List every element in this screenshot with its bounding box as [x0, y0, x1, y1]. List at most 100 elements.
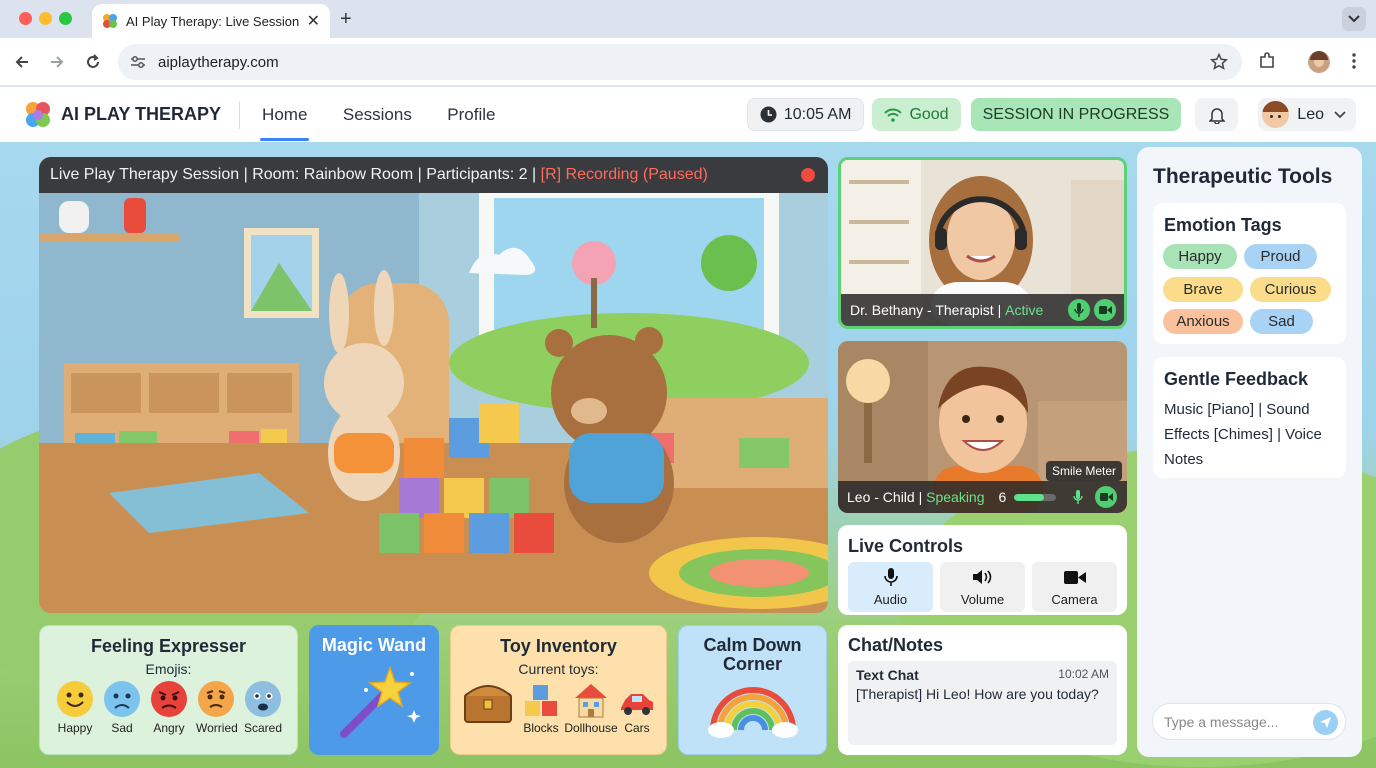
emoji-scared-label: Scared [243, 721, 283, 735]
emoji-worried[interactable]: Worried [196, 681, 238, 735]
volume-label: Volume [960, 592, 1005, 607]
close-window-button[interactable] [19, 12, 32, 25]
microphone-icon [1074, 303, 1084, 317]
blocks-icon [525, 685, 557, 716]
browser-tab-active[interactable]: AI Play Therapy: Live Session ✕ [92, 4, 330, 38]
record-indicator-icon[interactable] [801, 168, 815, 182]
back-button[interactable] [12, 52, 32, 72]
toy-inventory-title: Toy Inventory [500, 636, 617, 656]
toy-cars-label: Cars [624, 721, 650, 735]
nav-home[interactable]: Home [260, 89, 310, 141]
tag-anxious[interactable]: Anxious [1163, 309, 1243, 334]
child-video-tile[interactable]: Smile Meter Leo - Child | Speaking 6 [838, 341, 1127, 513]
puzzle-icon [1260, 52, 1274, 68]
close-tab-icon[interactable]: ✕ [307, 11, 320, 31]
app-root: AI PLAY THERAPY Home Sessions Profile 10… [0, 87, 1376, 768]
notifications-button[interactable] [1195, 98, 1239, 131]
emoji-scared[interactable]: Scared [243, 681, 283, 735]
user-avatar [1262, 101, 1290, 128]
chat-label: Text Chat [856, 667, 919, 683]
smile-meter-label: Smile Meter [1045, 461, 1122, 481]
chat-message-header: Text Chat 10:02 AM [856, 667, 1109, 683]
extensions-button[interactable] [1257, 51, 1277, 71]
arrow-left-icon [15, 56, 28, 68]
reload-button[interactable] [83, 52, 103, 72]
gentle-feedback-text[interactable]: Music [Piano] | Sound Effects [Chimes] |… [1164, 397, 1336, 472]
send-button[interactable] [1313, 710, 1338, 735]
child-camera-button[interactable] [1095, 486, 1117, 508]
sad-face-icon [104, 681, 140, 717]
main-video-info-bar: Live Play Therapy Session | Room: Rainbo… [39, 157, 828, 193]
forward-button[interactable] [47, 52, 67, 72]
calm-down-corner-card[interactable]: Calm Down Corner [678, 625, 827, 755]
emoji-angry-label: Angry [153, 721, 185, 735]
happy-face-icon [57, 681, 93, 717]
emoji-happy[interactable]: Happy [55, 681, 95, 735]
toy-chest-icon[interactable] [463, 680, 513, 724]
volume-button[interactable]: Volume [940, 562, 1025, 612]
video-camera-icon [1099, 493, 1113, 501]
feeling-expresser-subtitle: Emojis: [145, 661, 192, 677]
therapist-camera-button[interactable] [1094, 299, 1116, 321]
tag-proud[interactable]: Proud [1244, 244, 1317, 269]
magic-wand-card[interactable]: Magic Wand [309, 625, 439, 755]
chat-notes-title: Chat/Notes [848, 635, 944, 655]
tab-search-button[interactable] [1342, 7, 1366, 31]
therapist-video-tile[interactable]: Dr. Bethany - Therapist | Active [838, 157, 1127, 329]
chat-message-text: [Therapist] Hi Leo! How are you today? [856, 686, 1099, 702]
camera-button[interactable]: Camera [1032, 562, 1117, 612]
url-text: aiplaytherapy.com [158, 53, 279, 71]
child-status: Speaking [926, 489, 985, 505]
brand-logo-icon [26, 101, 50, 127]
recording-status: [R] Recording (Paused) [540, 166, 708, 183]
chevron-down-icon [1348, 15, 1360, 23]
nav-profile[interactable]: Profile [445, 89, 497, 141]
header-status-area: 10:05 AM Good SESSION IN PROGRESS Leo [746, 98, 1356, 131]
child-mic-indicator[interactable] [1067, 486, 1089, 508]
tag-sad[interactable]: Sad [1250, 309, 1313, 334]
speaker-volume-icon [972, 570, 991, 584]
tag-brave[interactable]: Brave [1163, 277, 1243, 302]
new-tab-button[interactable]: + [340, 8, 352, 31]
nav-sessions[interactable]: Sessions [341, 89, 414, 141]
chat-timestamp: 10:02 AM [1058, 667, 1109, 681]
feeling-expresser-title: Feeling Expresser [90, 636, 247, 656]
browser-profile-avatar[interactable] [1308, 51, 1330, 73]
emoji-sad[interactable]: Sad [102, 681, 142, 735]
video-camera-icon [1063, 571, 1086, 584]
tag-curious[interactable]: Curious [1250, 277, 1331, 302]
header-divider [239, 100, 241, 129]
therapist-status: Active [1005, 302, 1044, 318]
feeling-expresser-card: Feeling Expresser Emojis: Happy Sad Angr… [39, 625, 298, 755]
calm-down-title-line2: Corner [722, 654, 782, 674]
message-input[interactable]: Type a message... [1152, 703, 1346, 740]
emoji-worried-label: Worried [196, 721, 238, 735]
emoji-angry[interactable]: Angry [149, 681, 189, 735]
toy-dollhouse[interactable]: Dollhouse [563, 682, 619, 735]
maximize-window-button[interactable] [59, 12, 72, 25]
magic-wand-icon [340, 665, 421, 738]
toy-inventory-card: Toy Inventory Current toys: Blocks Dollh… [450, 625, 667, 755]
site-settings-icon[interactable] [130, 55, 146, 69]
browser-menu-button[interactable] [1344, 51, 1364, 71]
toy-cars[interactable]: Cars [619, 690, 655, 735]
address-bar-row: aiplaytherapy.com [0, 38, 1376, 86]
therapist-mic-button[interactable] [1068, 299, 1090, 321]
bookmark-star-icon[interactable] [1210, 53, 1228, 71]
chat-message-box[interactable]: Text Chat 10:02 AM [Therapist] Hi Leo! H… [848, 661, 1117, 745]
app-header: AI PLAY THERAPY Home Sessions Profile 10… [0, 87, 1376, 142]
tag-happy[interactable]: Happy [1163, 244, 1237, 269]
session-status-label: SESSION IN PROGRESS [982, 105, 1170, 123]
main-session-video[interactable]: Live Play Therapy Session | Room: Rainbo… [39, 157, 828, 613]
arrow-right-icon [51, 56, 64, 68]
connection-label: Good [909, 105, 949, 123]
audio-button[interactable]: Audio [848, 562, 933, 612]
minimize-window-button[interactable] [39, 12, 52, 25]
url-field[interactable]: aiplaytherapy.com [118, 44, 1242, 80]
toy-inventory-subtitle: Current toys: [518, 661, 599, 677]
brand[interactable]: AI PLAY THERAPY [24, 101, 221, 129]
toy-blocks[interactable]: Blocks [521, 684, 561, 735]
magic-wand-title: Magic Wand [321, 635, 427, 655]
main-nav: Home Sessions Profile [260, 89, 524, 141]
user-menu[interactable]: Leo [1258, 98, 1356, 131]
